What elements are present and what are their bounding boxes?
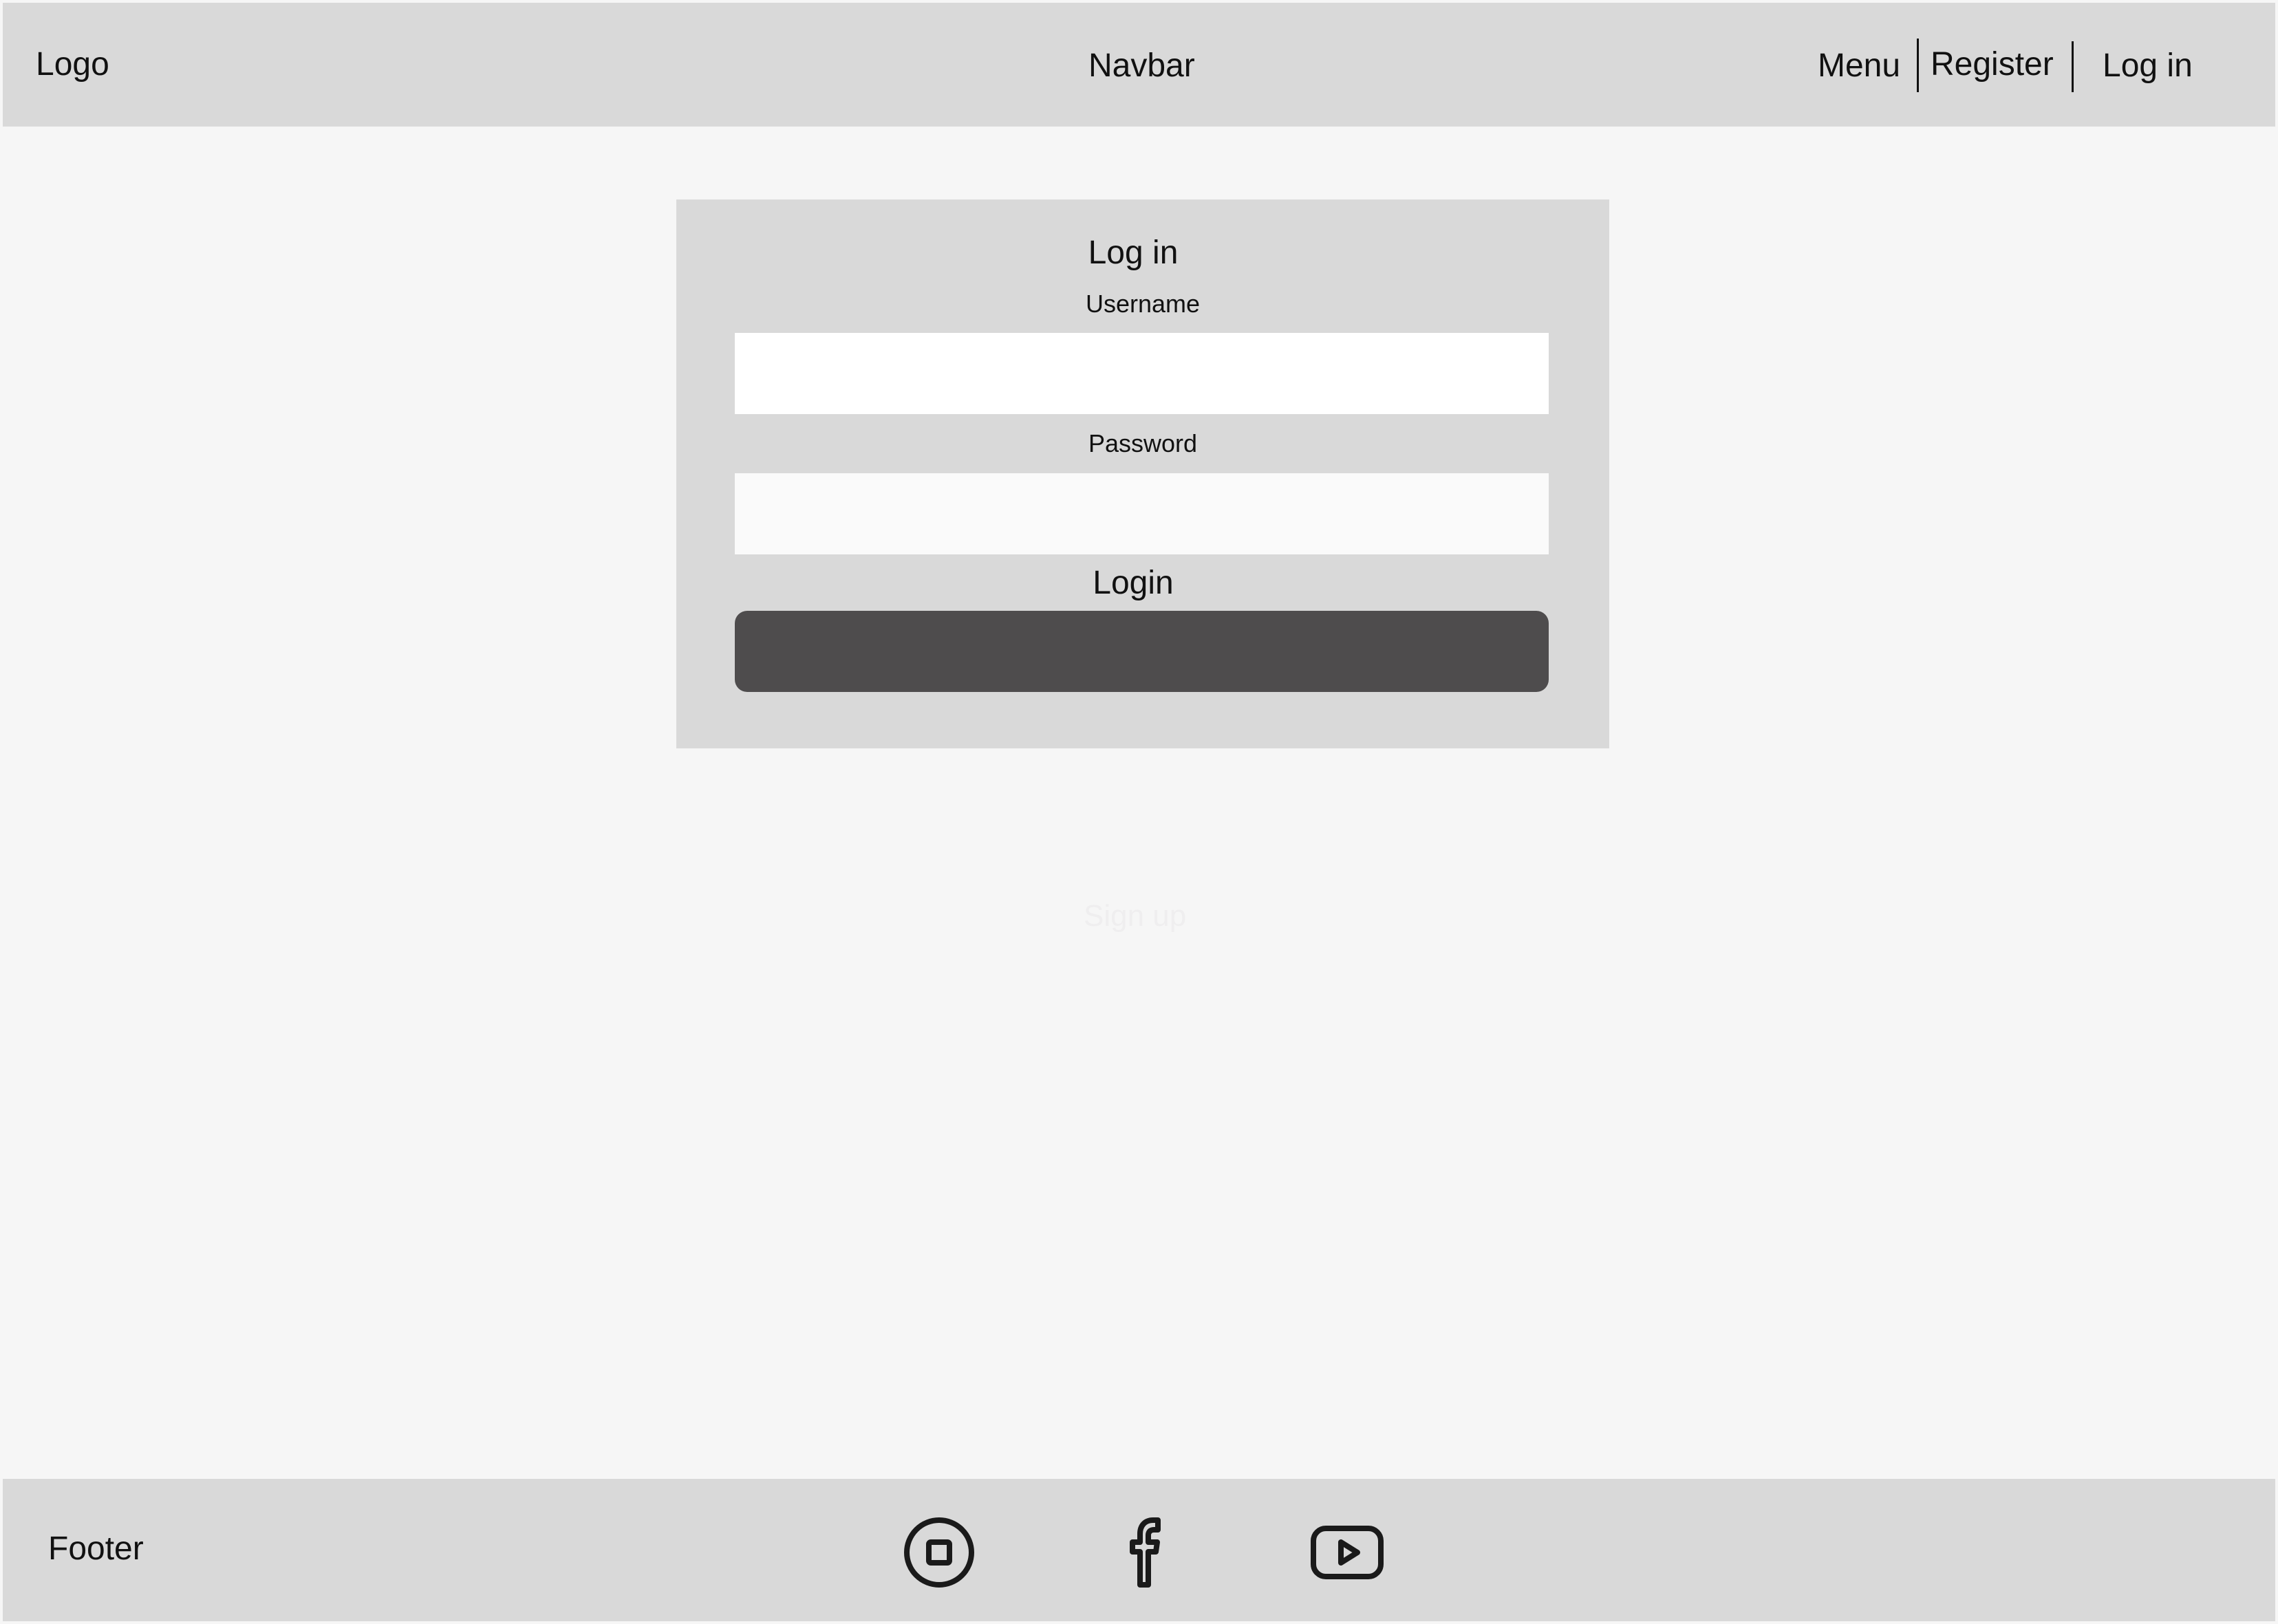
login-button[interactable] [735,611,1549,692]
login-card-title: Log in [1088,235,1179,271]
navbar-title: Navbar [1088,47,1195,84]
footer: Footer [3,1479,2275,1621]
password-input[interactable] [735,473,1549,554]
login-card: Log in Username Password Login [676,199,1609,748]
footer-label: Footer [48,1530,144,1567]
nav-register-link[interactable]: Register [1931,45,2054,84]
username-input[interactable] [735,333,1549,414]
navbar: Logo Navbar Menu Register Log in [3,3,2275,127]
nav-login-link[interactable]: Log in [2103,47,2193,85]
nav-divider [1917,39,1919,92]
instagram-icon[interactable] [901,1515,977,1590]
signup-link[interactable]: Sign up [1084,898,1186,934]
youtube-icon[interactable] [1309,1515,1385,1590]
username-label: Username [1085,290,1201,318]
page: Logo Navbar Menu Register Log in Log in … [0,0,2278,1624]
login-button-label: Login [1093,565,1174,601]
password-label: Password [1088,429,1198,457]
facebook-icon[interactable] [1109,1515,1185,1590]
nav-menu-link[interactable]: Menu [1818,47,1900,85]
nav-divider [2072,41,2074,92]
logo[interactable]: Logo [36,45,109,84]
